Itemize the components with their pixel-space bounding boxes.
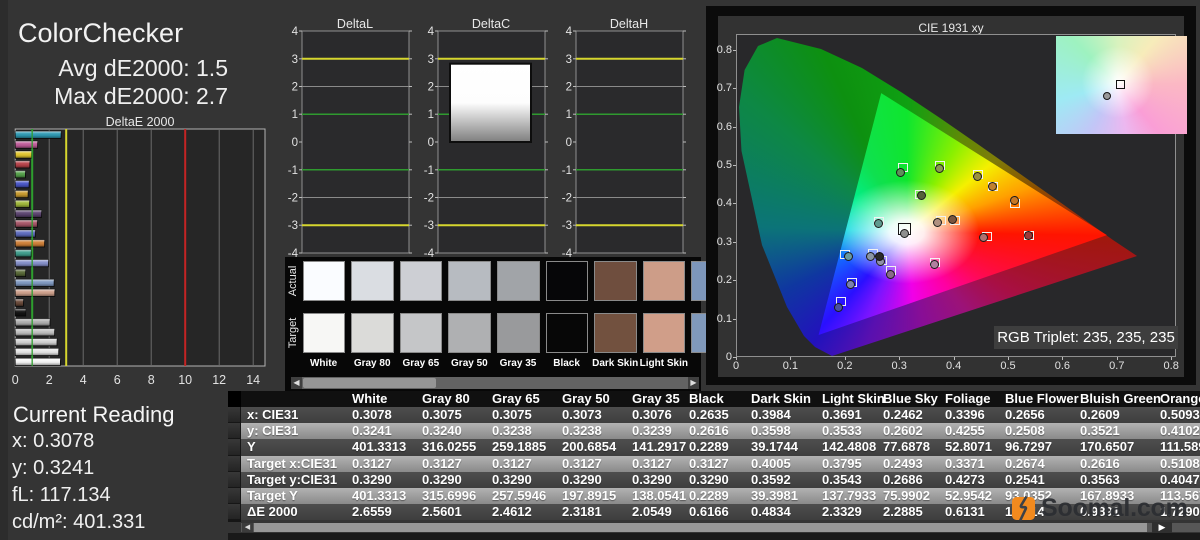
- svg-text:1: 1: [428, 109, 434, 121]
- svg-text:0: 0: [12, 373, 19, 387]
- svg-text:-2: -2: [424, 193, 434, 205]
- svg-text:DeltaL: DeltaL: [337, 17, 373, 31]
- svg-text:2: 2: [428, 82, 434, 94]
- svg-text:2: 2: [46, 373, 53, 387]
- svg-text:4: 4: [292, 26, 299, 38]
- svg-text:0: 0: [566, 137, 572, 149]
- svg-text:1: 1: [566, 109, 572, 121]
- svg-text:3: 3: [428, 54, 434, 66]
- svg-text:8: 8: [148, 373, 155, 387]
- svg-text:1: 1: [292, 109, 298, 121]
- svg-text:4: 4: [566, 26, 573, 38]
- svg-text:0: 0: [428, 137, 434, 149]
- svg-text:-2: -2: [562, 193, 572, 205]
- svg-text:10: 10: [178, 373, 192, 387]
- svg-text:6: 6: [114, 373, 121, 387]
- svg-text:-3: -3: [288, 220, 298, 232]
- svg-text:-3: -3: [424, 220, 434, 232]
- svg-text:3: 3: [566, 54, 572, 66]
- svg-text:-2: -2: [288, 193, 298, 205]
- svg-text:14: 14: [246, 373, 260, 387]
- svg-text:0: 0: [292, 137, 298, 149]
- svg-text:12: 12: [212, 373, 226, 387]
- svg-text:-3: -3: [562, 220, 572, 232]
- svg-text:DeltaC: DeltaC: [472, 17, 510, 31]
- svg-text:4: 4: [80, 373, 87, 387]
- svg-text:-1: -1: [288, 165, 298, 177]
- svg-text:-1: -1: [424, 165, 434, 177]
- svg-text:DeltaH: DeltaH: [610, 17, 648, 31]
- svg-text:2: 2: [292, 82, 298, 94]
- svg-text:3: 3: [292, 54, 298, 66]
- svg-text:2: 2: [566, 82, 572, 94]
- svg-text:-1: -1: [562, 165, 572, 177]
- svg-text:DeltaE 2000: DeltaE 2000: [106, 115, 175, 129]
- svg-text:4: 4: [428, 26, 435, 38]
